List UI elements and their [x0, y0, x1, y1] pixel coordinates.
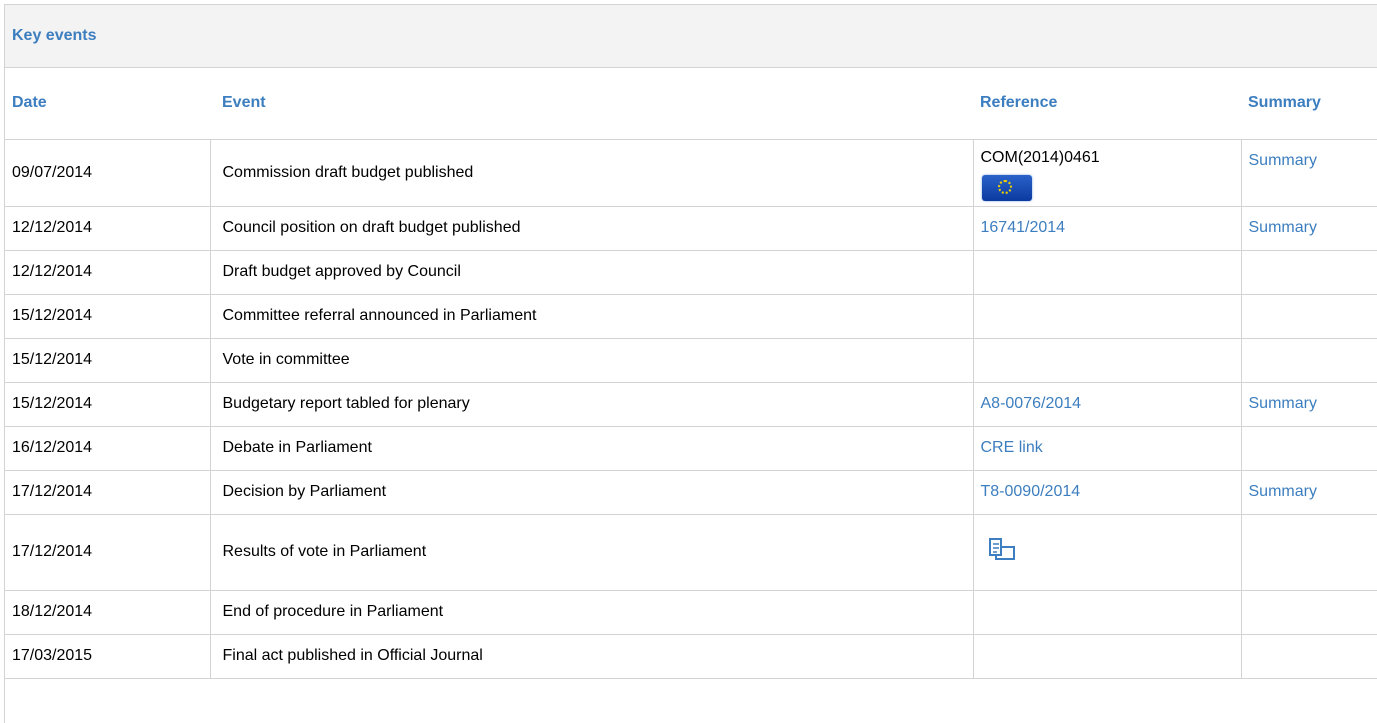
date-cell: 15/12/2014	[5, 382, 210, 427]
table-header-row: Date Event Reference Summary	[5, 68, 1377, 140]
reference-cell	[972, 338, 1241, 383]
table-row: 17/03/2015 Final act published in Offici…	[5, 634, 1377, 679]
date-cell: 15/12/2014	[5, 294, 210, 339]
summary-cell	[1240, 426, 1377, 471]
table-row: 12/12/2014 Council position on draft bud…	[5, 206, 1377, 251]
table-row: 12/12/2014 Draft budget approved by Coun…	[5, 250, 1377, 295]
summary-link[interactable]: Summary	[1249, 395, 1317, 412]
date-cell: 15/12/2014	[5, 338, 210, 383]
table-row: 18/12/2014 End of procedure in Parliamen…	[5, 590, 1377, 635]
panel-title: Key events	[12, 27, 97, 44]
event-cell: Debate in Parliament	[209, 426, 973, 471]
reference-text: COM(2014)0461	[980, 148, 1100, 166]
column-header-date: Date	[5, 68, 210, 140]
event-cell: Commission draft budget published	[209, 139, 973, 207]
column-header-reference: Reference	[973, 68, 1241, 140]
event-cell: Committee referral announced in Parliame…	[209, 294, 973, 339]
table-row: 09/07/2014 Commission draft budget publi…	[5, 139, 1377, 207]
event-cell: Council position on draft budget publish…	[209, 206, 973, 251]
summary-cell: Summary	[1240, 470, 1377, 515]
summary-cell	[1240, 514, 1377, 591]
table-row: 17/12/2014 Decision by Parliament T8-009…	[5, 470, 1377, 515]
summary-cell	[1240, 590, 1377, 635]
column-header-event: Event	[210, 68, 973, 140]
event-cell: Final act published in Official Journal	[209, 634, 973, 679]
reference-cell: T8-0090/2014	[972, 470, 1241, 515]
date-cell: 09/07/2014	[5, 139, 210, 207]
date-cell: 16/12/2014	[5, 426, 210, 471]
key-events-table: Date Event Reference Summary 09/07/2014 …	[5, 68, 1377, 679]
summary-cell	[1240, 338, 1377, 383]
date-cell: 12/12/2014	[5, 206, 210, 251]
event-cell: Draft budget approved by Council	[209, 250, 973, 295]
reference-cell	[972, 514, 1241, 591]
event-cell: Vote in committee	[209, 338, 973, 383]
panel-header: Key events	[5, 5, 1377, 68]
reference-cell	[972, 590, 1241, 635]
key-events-panel: Key events Date Event Reference Summary …	[4, 4, 1377, 723]
table-row: 17/12/2014 Results of vote in Parliament	[5, 514, 1377, 591]
event-cell: Budgetary report tabled for plenary	[209, 382, 973, 427]
event-cell: Results of vote in Parliament	[209, 514, 973, 591]
summary-cell: Summary	[1240, 382, 1377, 427]
cre-link[interactable]: CRE link	[981, 439, 1043, 456]
reference-cell	[972, 294, 1241, 339]
vote-results-icon[interactable]	[987, 535, 1019, 565]
date-cell: 17/12/2014	[5, 514, 210, 591]
summary-cell	[1240, 250, 1377, 295]
reference-cell: A8-0076/2014	[972, 382, 1241, 427]
reference-cell	[972, 634, 1241, 679]
summary-cell	[1240, 634, 1377, 679]
summary-link[interactable]: Summary	[1249, 219, 1317, 236]
event-cell: Decision by Parliament	[209, 470, 973, 515]
summary-link[interactable]: Summary	[1249, 152, 1317, 169]
summary-cell: Summary	[1240, 206, 1377, 251]
date-cell: 17/03/2015	[5, 634, 210, 679]
table-row: 16/12/2014 Debate in Parliament CRE link	[5, 426, 1377, 471]
date-cell: 12/12/2014	[5, 250, 210, 295]
eu-flag-icon[interactable]	[981, 174, 1032, 201]
reference-cell	[972, 250, 1241, 295]
reference-link[interactable]: T8-0090/2014	[981, 483, 1081, 500]
reference-link[interactable]: A8-0076/2014	[981, 395, 1082, 412]
date-cell: 17/12/2014	[5, 470, 210, 515]
summary-cell: Summary	[1240, 139, 1377, 207]
summary-link[interactable]: Summary	[1249, 483, 1317, 500]
event-cell: End of procedure in Parliament	[209, 590, 973, 635]
table-row: 15/12/2014 Vote in committee	[5, 338, 1377, 383]
column-header-summary: Summary	[1241, 68, 1377, 140]
table-row: 15/12/2014 Committee referral announced …	[5, 294, 1377, 339]
reference-cell: CRE link	[972, 426, 1241, 471]
reference-cell: COM(2014)0461	[972, 139, 1241, 207]
reference-link[interactable]: 16741/2014	[981, 219, 1066, 236]
reference-cell: 16741/2014	[972, 206, 1241, 251]
table-row: 15/12/2014 Budgetary report tabled for p…	[5, 382, 1377, 427]
date-cell: 18/12/2014	[5, 590, 210, 635]
summary-cell	[1240, 294, 1377, 339]
